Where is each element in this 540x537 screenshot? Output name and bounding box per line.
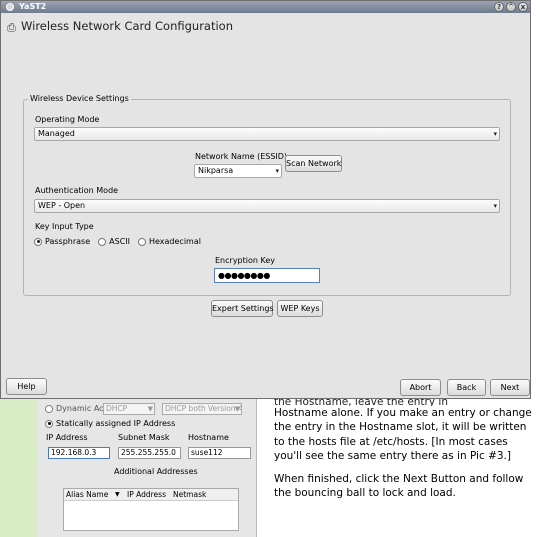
dynamic-address-option[interactable]: Dynamic Ac: [45, 404, 104, 413]
key-input-type-label: Key Input Type: [35, 222, 94, 231]
tutorial-partial-line: the Hostname, leave the entry in: [274, 398, 448, 406]
encryption-key-label: Encryption Key: [215, 256, 275, 265]
dialog-header: ⎙ Wireless Network Card Configuration: [1, 13, 530, 41]
window-titlebar-text: YaST2: [19, 2, 47, 11]
passphrase-radio[interactable]: [34, 237, 42, 246]
hexadecimal-label: Hexadecimal: [149, 237, 201, 246]
yast-logo-icon: [6, 3, 14, 11]
network-name-label: Network Name (ESSID): [195, 152, 288, 161]
operating-mode-label: Operating Mode: [35, 115, 100, 124]
dhcp-version-combo[interactable]: DHCP both Version 4 and ▼: [162, 403, 242, 415]
ascii-label: ASCII: [109, 237, 130, 246]
dynamic-address-radio[interactable]: [45, 404, 53, 413]
window-controls: ? ^ x: [494, 2, 528, 12]
static-address-label: Statically assigned IP Address: [56, 419, 176, 428]
ascii-option[interactable]: ASCII: [98, 237, 130, 246]
page-sidebar-panel: [0, 398, 37, 537]
close-button[interactable]: x: [518, 2, 528, 12]
chevron-down-icon: ▼: [115, 491, 120, 498]
dhcp-combo[interactable]: DHCP ▼: [103, 403, 155, 415]
additional-addresses-label: Additional Addresses: [114, 467, 198, 476]
dhcp-version-value: DHCP both Version 4 and: [165, 404, 241, 413]
page-title: Wireless Network Card Configuration: [21, 19, 233, 33]
scan-network-button[interactable]: Scan Network: [285, 155, 342, 172]
table-header-netmask: Netmask: [173, 490, 207, 499]
static-address-radio[interactable]: [45, 419, 53, 428]
table-header-ip: IP Address: [127, 490, 166, 499]
authentication-mode-label: Authentication Mode: [35, 186, 119, 195]
network-name-combo[interactable]: Nikparsa ▾: [194, 164, 282, 178]
table-header: Alias Name ▼ IP Address Netmask: [64, 489, 238, 501]
network-name-value: Nikparsa: [198, 166, 234, 175]
subnet-mask-field[interactable]: 255.255.255.0: [118, 447, 181, 459]
hexadecimal-option[interactable]: Hexadecimal: [138, 237, 201, 246]
chevron-down-icon: ▾: [275, 167, 279, 175]
wireless-card-icon: ⎙: [7, 21, 16, 34]
operating-mode-value: Managed: [38, 129, 75, 138]
hostname-field[interactable]: suse112: [188, 447, 251, 459]
chevron-down-icon: ▾: [493, 130, 497, 138]
hexadecimal-radio[interactable]: [138, 237, 146, 246]
authentication-mode-select[interactable]: WEP - Open ▾: [34, 199, 500, 213]
chevron-down-icon: ▼: [234, 405, 240, 413]
ip-address-field[interactable]: 192.168.0.3: [48, 447, 110, 459]
passphrase-option[interactable]: Passphrase: [34, 237, 90, 246]
chevron-down-icon: ▼: [147, 405, 153, 413]
dynamic-address-label: Dynamic Ac: [56, 404, 104, 413]
operating-mode-select[interactable]: Managed ▾: [34, 127, 500, 141]
encryption-key-input[interactable]: ●●●●●●●●: [214, 268, 320, 283]
static-address-option[interactable]: Statically assigned IP Address: [45, 419, 175, 428]
additional-addresses-table[interactable]: Alias Name ▼ IP Address Netmask: [63, 488, 239, 531]
key-input-type-radios: Passphrase ASCII Hexadecimal: [34, 237, 206, 246]
tutorial-text: the Hostname, leave the entry in Hostnam…: [274, 398, 536, 508]
expert-settings-button[interactable]: Expert Settings: [211, 300, 274, 317]
next-button[interactable]: Next: [490, 379, 530, 396]
ascii-radio[interactable]: [98, 237, 107, 246]
back-button[interactable]: Back: [447, 379, 486, 396]
tutorial-paragraph-2: When finished, click the Next Button and…: [274, 472, 524, 500]
chevron-down-icon: ▾: [493, 202, 497, 210]
yast-window: YaST2 ? ^ x ⎙ Wireless Network Card Conf…: [0, 0, 531, 399]
help-button[interactable]: Help: [6, 378, 47, 395]
wep-keys-button[interactable]: WEP Keys: [277, 300, 323, 317]
subnet-mask-label: Subnet Mask: [118, 433, 170, 442]
passphrase-label: Passphrase: [45, 237, 91, 246]
minimize-button[interactable]: ^: [506, 2, 516, 12]
authentication-mode-value: WEP - Open: [38, 201, 86, 210]
hostname-label: Hostname: [188, 433, 229, 442]
help-context-button[interactable]: ?: [494, 2, 504, 12]
abort-button[interactable]: Abort: [400, 379, 441, 396]
window-titlebar[interactable]: YaST2 ? ^ x: [1, 1, 530, 13]
ip-address-label: IP Address: [46, 433, 88, 442]
dhcp-combo-value: DHCP: [106, 404, 128, 413]
table-header-alias: Alias Name: [66, 490, 109, 499]
group-legend: Wireless Device Settings: [28, 94, 131, 103]
tutorial-paragraph-1: Hostname alone. If you make an entry or …: [274, 407, 532, 463]
